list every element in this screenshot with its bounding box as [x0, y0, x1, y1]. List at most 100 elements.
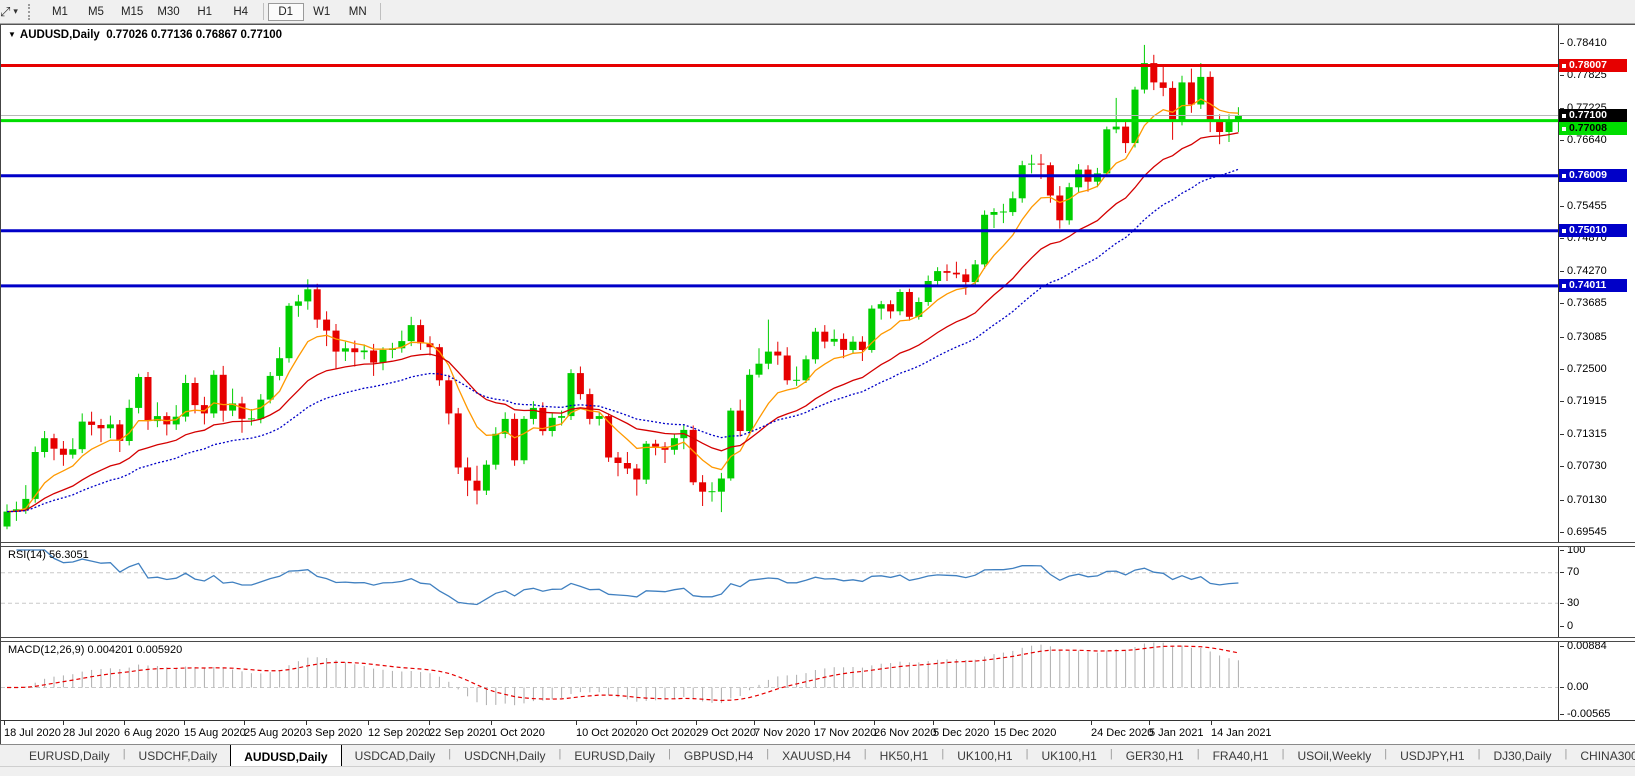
- price-tick-label: 0.73685: [1567, 297, 1607, 310]
- time-axis-label: 17 Nov 2020: [814, 727, 876, 739]
- time-axis-label: 5 Jan 2021: [1149, 727, 1203, 739]
- tab-hk50-h1[interactable]: HK50,H1: [867, 745, 942, 766]
- chart-title-ohlc: 0.77026 0.77136 0.76867 0.77100: [106, 29, 282, 41]
- tab-dj30-daily[interactable]: DJ30,Daily: [1480, 745, 1564, 766]
- tab-gbpusd-h4[interactable]: GBPUSD,H4: [671, 745, 766, 766]
- rsi-chart-canvas[interactable]: RSI(14) 56.3051: [1, 545, 1558, 637]
- hline-price-flag: 0.74011: [1559, 279, 1627, 292]
- time-axis-tick: [994, 721, 995, 725]
- time-axis-label: 10 Oct 2020: [576, 727, 636, 739]
- price-tick-label: 0.78410: [1567, 37, 1607, 50]
- hline-price-flag: 0.76009: [1559, 169, 1627, 182]
- time-axis-label: 15 Dec 2020: [994, 727, 1056, 739]
- time-axis-tick: [933, 721, 934, 725]
- rsi-tick-label: 30: [1567, 597, 1579, 610]
- timeframe-button-m15[interactable]: M15: [114, 3, 150, 21]
- time-axis-tick: [368, 721, 369, 725]
- timeframe-button-h1[interactable]: H1: [187, 3, 223, 21]
- pane-separator[interactable]: [1, 637, 1635, 642]
- time-axis-label: 20 Oct 2020: [636, 727, 696, 739]
- price-tick-label: 0.76640: [1567, 134, 1607, 147]
- tab-audusd-daily[interactable]: AUDUSD,Daily: [230, 744, 341, 766]
- time-axis-label: 12 Sep 2020: [368, 727, 430, 739]
- price-tick-label: 0.71915: [1567, 395, 1607, 408]
- timeframe-button-m30[interactable]: M30: [150, 3, 186, 21]
- time-axis-tick: [814, 721, 815, 725]
- collapse-arrow-icon[interactable]: ▼: [8, 30, 16, 39]
- tab-ger30-h1[interactable]: GER30,H1: [1113, 745, 1197, 766]
- macd-tick-label: -0.00565: [1567, 708, 1610, 721]
- time-axis-label: 26 Nov 2020: [874, 727, 936, 739]
- time-axis-label: 29 Oct 2020: [696, 727, 756, 739]
- cursor-tool-button[interactable]: ⤢ ▾: [0, 4, 20, 20]
- timeframe-button-m1[interactable]: M1: [42, 3, 78, 21]
- time-axis-label: 15 Aug 2020: [184, 727, 246, 739]
- time-axis-tick: [429, 721, 430, 725]
- rsi-tick-label: 70: [1567, 566, 1579, 579]
- price-scale[interactable]: 0.784100.778250.772250.766400.754550.748…: [1558, 25, 1635, 720]
- time-axis-tick: [636, 721, 637, 725]
- pane-separator[interactable]: [1, 542, 1635, 547]
- price-tick-label: 0.70130: [1567, 494, 1607, 507]
- toolbar-grip[interactable]: [28, 4, 36, 20]
- time-axis-label: 1 Oct 2020: [491, 727, 545, 739]
- hline-price-flag: 0.77008: [1559, 122, 1627, 135]
- time-axis-tick: [63, 721, 64, 725]
- time-scale[interactable]: 18 Jul 202028 Jul 20206 Aug 202015 Aug 2…: [1, 720, 1635, 746]
- time-axis-tick: [1211, 721, 1212, 725]
- tab-xauusd-h4[interactable]: XAUUSD,H4: [769, 745, 864, 766]
- tab-eurusd-daily[interactable]: EURUSD,Daily: [561, 745, 668, 766]
- price-tick-label: 0.72500: [1567, 363, 1607, 376]
- price-chart-canvas[interactable]: ▼ AUDUSD,Daily 0.77026 0.77136 0.76867 0.…: [1, 25, 1558, 542]
- macd-tick-label: 0.00: [1567, 681, 1588, 694]
- time-axis-label: 25 Aug 2020: [244, 727, 306, 739]
- time-axis-tick: [4, 721, 5, 725]
- time-axis-tick: [696, 721, 697, 725]
- current-price-flag: 0.77100: [1559, 109, 1627, 122]
- time-axis-label: 28 Jul 2020: [63, 727, 120, 739]
- time-axis-tick: [1149, 721, 1150, 725]
- tab-usdchf-daily[interactable]: USDCHF,Daily: [126, 745, 231, 766]
- top-toolbar: ⤢ ▾ M1M5M15M30H1H4 D1W1MN: [0, 0, 1635, 24]
- time-axis-label: 14 Jan 2021: [1211, 727, 1272, 739]
- tab-usdjpy-h1[interactable]: USDJPY,H1: [1387, 745, 1477, 766]
- rsi-tick-label: 0: [1567, 620, 1573, 633]
- hline-price-flag: 0.75010: [1559, 224, 1627, 237]
- time-axis-label: 24 Dec 2020: [1091, 727, 1153, 739]
- chart-title-symbol: AUDUSD,Daily: [20, 29, 100, 41]
- timeframe-button-w1[interactable]: W1: [304, 3, 340, 21]
- price-tick-label: 0.73085: [1567, 331, 1607, 344]
- price-tick-label: 0.75455: [1567, 200, 1607, 213]
- time-axis-tick: [306, 721, 307, 725]
- timeframe-button-d1[interactable]: D1: [268, 3, 304, 21]
- tab-fra40-h1[interactable]: FRA40,H1: [1200, 745, 1282, 766]
- time-axis-tick: [491, 721, 492, 725]
- time-axis-tick: [576, 721, 577, 725]
- chart-tabs: EURUSD,Daily|USDCHF,DailyAUDUSD,DailyUSD…: [0, 744, 1635, 766]
- hline-price-flag: 0.78007: [1559, 59, 1627, 72]
- time-axis-label: 18 Jul 2020: [4, 727, 61, 739]
- tab-usoil-weekly[interactable]: USOil,Weekly: [1284, 745, 1384, 766]
- chart-title: ▼ AUDUSD,Daily 0.77026 0.77136 0.76867 0.…: [8, 29, 282, 41]
- time-axis-tick: [754, 721, 755, 725]
- timeframe-button-m5[interactable]: M5: [78, 3, 114, 21]
- tab-eurusd-daily[interactable]: EURUSD,Daily: [16, 745, 123, 766]
- price-tick-label: 0.74270: [1567, 265, 1607, 278]
- timeframe-button-mn[interactable]: MN: [340, 3, 376, 21]
- dropdown-arrow-icon[interactable]: ▾: [13, 6, 18, 17]
- tab-usdcad-daily[interactable]: USDCAD,Daily: [342, 745, 449, 766]
- arrows-cursor-icon: ⤢: [0, 4, 10, 20]
- tab-usdcnh-daily[interactable]: USDCNH,Daily: [451, 745, 558, 766]
- time-axis-tick: [244, 721, 245, 725]
- time-axis-label: 3 Sep 2020: [306, 727, 362, 739]
- tab-china300-h1[interactable]: CHINA300,H1: [1567, 745, 1635, 766]
- price-tick-label: 0.70730: [1567, 460, 1607, 473]
- time-axis-label: 7 Nov 2020: [754, 727, 810, 739]
- price-tick-label: 0.69545: [1567, 526, 1607, 539]
- tab-uk100-h1[interactable]: UK100,H1: [1028, 745, 1109, 766]
- macd-chart-canvas[interactable]: MACD(12,26,9) 0.004201 0.005920: [1, 640, 1558, 720]
- time-axis-tick: [874, 721, 875, 725]
- tab-uk100-h1[interactable]: UK100,H1: [944, 745, 1025, 766]
- timeframe-button-h4[interactable]: H4: [223, 3, 259, 21]
- time-axis-tick: [124, 721, 125, 725]
